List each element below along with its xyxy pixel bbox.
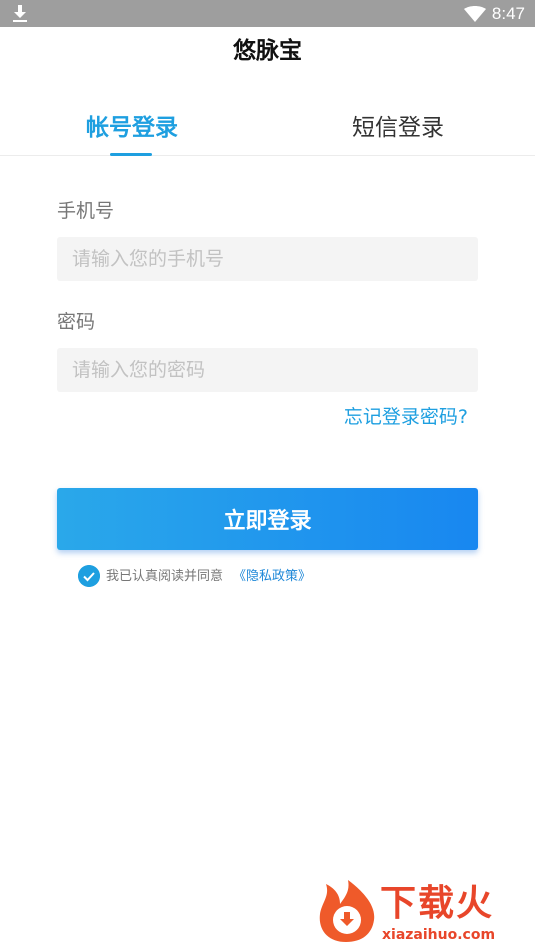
forgot-password-link[interactable]: 忘记登录密码?: [344, 403, 468, 431]
watermark-url: xiazaihuo.com: [382, 927, 496, 943]
tab-sms-login[interactable]: 短信登录: [352, 111, 444, 145]
fire-logo-icon: [319, 880, 375, 942]
phone-input[interactable]: [57, 237, 478, 281]
tab-account-login[interactable]: 帐号登录: [86, 111, 178, 145]
password-input[interactable]: [57, 348, 478, 392]
password-label: 密码: [57, 311, 96, 333]
status-time: 8:47: [491, 4, 525, 23]
page-title: 悠脉宝: [233, 38, 302, 64]
login-button[interactable]: 立即登录: [57, 488, 478, 550]
wifi-icon: [464, 6, 486, 22]
privacy-policy-link[interactable]: 《隐私政策》: [233, 568, 311, 586]
check-circle-icon[interactable]: [78, 565, 100, 587]
watermark: 下载火 xiazaihuo.com: [316, 880, 531, 946]
status-bar: 8:47: [0, 0, 535, 27]
active-tab-indicator: [110, 153, 152, 156]
agreement-text: 我已认真阅读并同意: [106, 569, 224, 584]
watermark-text: 下载火: [380, 883, 495, 924]
phone-label: 手机号: [57, 200, 115, 222]
login-tabs: 帐号登录 短信登录: [0, 103, 535, 156]
download-icon: [13, 5, 27, 22]
